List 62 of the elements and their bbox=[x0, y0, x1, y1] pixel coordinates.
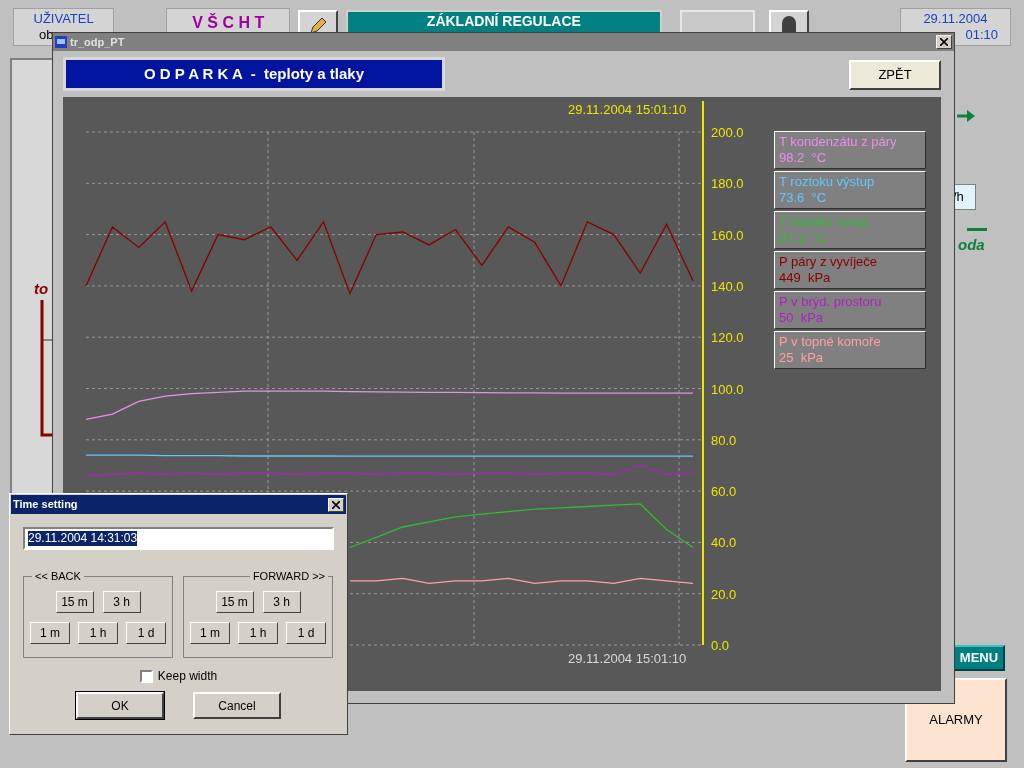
time-input-value: 29.11.2004 14:31:03 bbox=[28, 531, 138, 546]
y-tick-label: 0.0 bbox=[711, 638, 730, 653]
legend-name: P v topné komoře bbox=[779, 334, 882, 350]
step-button[interactable]: 1 d bbox=[286, 622, 326, 644]
chart-time-bottom: 29.11.2004 15:01:10 bbox=[568, 651, 687, 666]
window-icon bbox=[55, 36, 67, 48]
step-button[interactable]: 3 h bbox=[102, 591, 141, 613]
chart-heading: O D P A R K A - teploty a tlaky bbox=[143, 63, 364, 84]
close-button[interactable] bbox=[328, 497, 344, 512]
step-button[interactable]: 1 h bbox=[78, 622, 118, 644]
y-tick-label: 80.0 bbox=[711, 432, 737, 448]
date-text: 29.11.2004 bbox=[923, 11, 988, 27]
group-label: FORWARD >> bbox=[249, 569, 328, 583]
time-text: 01:10 bbox=[965, 27, 998, 43]
back-button[interactable]: ZPĚT bbox=[849, 60, 941, 90]
y-tick-label: 200.0 bbox=[711, 125, 744, 140]
y-tick-label: 40.0 bbox=[711, 535, 737, 551]
step-button[interactable]: 1 h bbox=[238, 622, 278, 644]
temperature-label: to bbox=[34, 279, 49, 299]
legend-value: 449 kPa bbox=[779, 270, 832, 286]
legend-value: 98.2 °C bbox=[779, 150, 828, 166]
logo-text: V Š C H T bbox=[192, 12, 265, 33]
screen-title: ZÁKLADNÍ REGULACE bbox=[426, 13, 581, 31]
y-tick-label: 20.0 bbox=[711, 586, 737, 602]
menu-button[interactable]: MENU bbox=[953, 645, 1005, 671]
legend-value: 37.1 °C bbox=[779, 230, 828, 246]
water-label: oda bbox=[958, 235, 985, 255]
step-button[interactable]: 1 d bbox=[126, 622, 166, 644]
legend-name: P páry z vyvíječe bbox=[779, 254, 879, 270]
group-label: << BACK bbox=[32, 569, 84, 583]
legend-name: T roztoku vstup bbox=[779, 214, 869, 230]
chart-time-top: 29.11.2004 15:01:10 bbox=[568, 102, 687, 117]
keep-width-label: Keep width bbox=[157, 668, 218, 685]
y-tick-label: 160.0 bbox=[711, 227, 744, 243]
y-tick-label: 180.0 bbox=[711, 176, 744, 192]
step-button[interactable]: 15 m bbox=[55, 591, 94, 613]
close-button[interactable] bbox=[936, 35, 952, 49]
ok-button[interactable]: OK bbox=[76, 692, 164, 719]
close-icon bbox=[332, 500, 340, 509]
keep-width-checkbox[interactable] bbox=[139, 669, 153, 683]
legend-value: 73.6 °C bbox=[779, 190, 828, 206]
legend-name: T kondenzátu z páry bbox=[779, 134, 898, 150]
legend-name: T roztoku výstup bbox=[779, 174, 876, 190]
time-input[interactable]: 29.11.2004 14:31:03 bbox=[23, 527, 334, 550]
legend-name: P v brýd. prostoru bbox=[779, 294, 883, 310]
cancel-button[interactable]: Cancel bbox=[193, 692, 281, 719]
legend-value: 25 kPa bbox=[779, 350, 825, 366]
step-button[interactable]: 15 m bbox=[215, 591, 254, 613]
step-button[interactable]: 1 m bbox=[190, 622, 230, 644]
step-button[interactable]: 3 h bbox=[262, 591, 301, 613]
pipe-line bbox=[967, 228, 987, 231]
y-tick-label: 140.0 bbox=[711, 278, 744, 294]
step-button[interactable]: 1 m bbox=[30, 622, 70, 644]
arrow-icon bbox=[957, 110, 975, 122]
y-tick-label: 100.0 bbox=[711, 381, 744, 397]
legend-value: 50 kPa bbox=[779, 310, 825, 326]
window-title: tr_odp_PT bbox=[70, 34, 126, 50]
y-tick-label: 120.0 bbox=[711, 330, 744, 346]
user-label: UŽIVATEL bbox=[33, 11, 94, 27]
y-tick-label: 60.0 bbox=[711, 484, 737, 500]
dialog-title: Time setting bbox=[13, 497, 78, 513]
close-icon bbox=[940, 38, 948, 46]
